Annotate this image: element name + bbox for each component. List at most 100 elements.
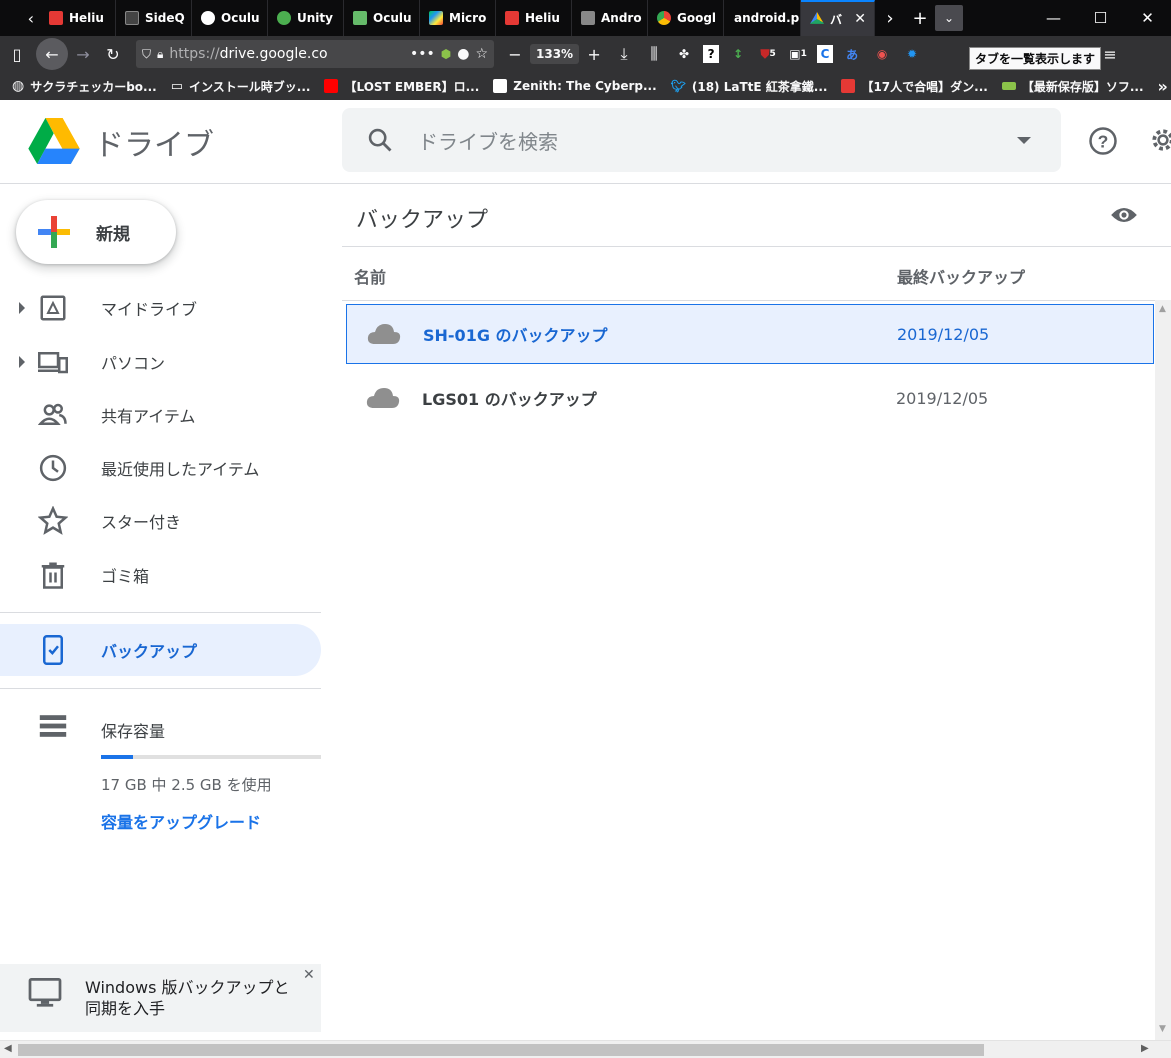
- browser-tab[interactable]: Heliu: [40, 0, 116, 36]
- translate-icon[interactable]: あ: [841, 45, 863, 63]
- globe-icon: ◍: [12, 78, 25, 94]
- tab-label: Micro: [449, 11, 487, 25]
- browser-tab[interactable]: Micro: [420, 0, 496, 36]
- bookmark-star-icon[interactable]: ☆: [475, 46, 488, 62]
- sidebar-item-backups[interactable]: バックアップ: [0, 624, 321, 676]
- scroll-up-icon[interactable]: ▲: [1159, 304, 1166, 314]
- tab-label: Andro: [601, 11, 642, 25]
- browser-tab[interactable]: Andro: [572, 0, 648, 36]
- close-window-icon[interactable]: ✕: [1124, 0, 1171, 36]
- bookmark-item[interactable]: 🐦︎ (18) LaTtE 紅茶拿鐵...: [671, 78, 828, 95]
- bookmark-item[interactable]: ◍ サクラチェッカーbo...: [12, 78, 157, 95]
- zoom-level[interactable]: 133%: [530, 44, 580, 64]
- settings-gear-icon[interactable]: [1148, 124, 1171, 156]
- sidebar-item-my-drive[interactable]: マイドライブ: [0, 282, 321, 334]
- zoom-in-button[interactable]: +: [579, 39, 609, 69]
- drive-brand-title[interactable]: ドライブ: [94, 120, 214, 164]
- bookmark-item[interactable]: 【LOST EMBER】ロ...: [324, 78, 479, 95]
- tab-label: SideQ: [145, 11, 185, 25]
- browser-tab[interactable]: Heliu: [496, 0, 572, 36]
- sidebar-item-label: パソコン: [101, 354, 166, 373]
- forward-button[interactable]: →: [68, 39, 98, 69]
- extension-icon[interactable]: ?: [703, 45, 720, 63]
- help-icon[interactable]: ?: [1088, 126, 1118, 156]
- expand-arrow-icon[interactable]: [19, 356, 25, 368]
- search-options-dropdown-icon[interactable]: [1017, 136, 1031, 144]
- browser-tab-active[interactable]: バ ✕: [801, 0, 875, 36]
- cloud-icon: [367, 324, 401, 344]
- url-text[interactable]: https://drive.google.co: [169, 46, 404, 62]
- scrollbar-thumb[interactable]: [18, 1044, 984, 1056]
- upgrade-storage-link[interactable]: 容量をアップグレード: [101, 809, 261, 833]
- sidebar-item-recent[interactable]: 最近使用したアイテム: [0, 442, 321, 494]
- sidebar-item-computers[interactable]: パソコン: [0, 336, 321, 388]
- backup-row[interactable]: LGS01 のバックアップ 2019/12/05: [346, 368, 1154, 428]
- folder-icon: ▭: [170, 78, 184, 94]
- column-header-name[interactable]: 名前: [354, 264, 386, 288]
- lock-icon[interactable]: 🔒︎: [157, 47, 163, 62]
- tab-favicon-icon: [657, 11, 671, 25]
- bookmark-favicon-icon: [493, 79, 508, 93]
- browser-tab[interactable]: Unity: [268, 0, 344, 36]
- library-icon[interactable]: ⫼: [639, 39, 669, 69]
- eye-icon[interactable]: [1110, 204, 1138, 226]
- drive-logo-icon[interactable]: [28, 118, 80, 164]
- nodejs-extension-icon[interactable]: ⬢: [441, 47, 451, 61]
- storage-label[interactable]: 保存容量: [101, 718, 165, 742]
- bookmark-label: 【17人で合唱】ダン...: [861, 79, 988, 94]
- extension-icon[interactable]: ↕: [727, 45, 749, 63]
- search-icon[interactable]: [366, 126, 394, 154]
- downloads-icon[interactable]: ⤓: [609, 39, 639, 69]
- new-button[interactable]: 新規: [16, 200, 176, 264]
- bookmark-item[interactable]: 【最新保存版】ソフ...: [1001, 78, 1144, 95]
- scroll-down-icon[interactable]: ▼: [1159, 1024, 1166, 1034]
- browser-tab[interactable]: android.p: [724, 0, 801, 36]
- extension-icon[interactable]: ✹: [901, 45, 923, 63]
- sidebar-item-trash[interactable]: ゴミ箱: [0, 549, 321, 601]
- column-header-last-backup[interactable]: 最終バックアップ: [897, 264, 1025, 288]
- sidebar-item-starred[interactable]: スター付き: [0, 495, 321, 547]
- tab-scroll-right-icon[interactable]: ›: [875, 0, 905, 36]
- bookmarks-overflow-icon[interactable]: »: [1158, 77, 1168, 96]
- back-button[interactable]: ←: [36, 38, 68, 70]
- zoom-out-button[interactable]: −: [500, 39, 530, 69]
- sidebar-toggle-icon[interactable]: ▯: [2, 39, 32, 69]
- browser-tab[interactable]: SideQ: [116, 0, 192, 36]
- list-all-tabs-button[interactable]: ⌄: [935, 5, 963, 31]
- minimize-window-icon[interactable]: —: [1030, 0, 1077, 36]
- tab-scroll-left-icon[interactable]: ‹: [0, 0, 40, 36]
- tracking-shield-icon[interactable]: ⛉: [142, 47, 151, 62]
- extension-icon[interactable]: ▣ 1: [787, 45, 809, 63]
- page-actions-icon[interactable]: •••: [410, 46, 435, 62]
- extension-icon[interactable]: C: [817, 45, 834, 63]
- close-tab-icon[interactable]: ✕: [854, 11, 866, 27]
- backup-row-selected[interactable]: SH-01G のバックアップ 2019/12/05: [346, 304, 1154, 364]
- browser-tab[interactable]: Oculu: [192, 0, 268, 36]
- pocket-icon[interactable]: ●: [457, 46, 469, 62]
- horizontal-scrollbar[interactable]: ◀ ▶: [0, 1040, 1171, 1058]
- browser-tab[interactable]: Oculu: [344, 0, 420, 36]
- ublock-icon[interactable]: ⛊ 5: [757, 45, 779, 63]
- tab-label: Googl: [677, 11, 717, 25]
- tab-favicon-icon: [49, 11, 63, 25]
- bookmark-item[interactable]: ▭ インストール時ブッ...: [171, 78, 311, 95]
- dismiss-promo-icon[interactable]: ✕: [303, 967, 315, 983]
- url-bar[interactable]: ⛉ 🔒︎ https://drive.google.co ••• ⬢ ● ☆: [136, 40, 494, 68]
- scroll-right-icon[interactable]: ▶: [1141, 1043, 1149, 1054]
- extensions-icon[interactable]: ✤: [673, 45, 695, 63]
- reload-button[interactable]: ↻: [98, 39, 128, 69]
- sidebar-item-shared[interactable]: 共有アイテム: [0, 389, 321, 441]
- vertical-scrollbar[interactable]: ▲ ▼: [1155, 300, 1171, 1040]
- maximize-window-icon[interactable]: ☐: [1077, 0, 1124, 36]
- browser-tab[interactable]: Googl: [648, 0, 724, 36]
- backup-sync-promo[interactable]: Windows 版バックアップと同期を入手 ✕: [0, 964, 321, 1032]
- screenshot-icon[interactable]: ◉: [871, 45, 893, 63]
- search-input[interactable]: ドライブを検索: [418, 126, 558, 155]
- expand-arrow-icon[interactable]: [19, 302, 25, 314]
- search-box[interactable]: ドライブを検索: [342, 108, 1061, 172]
- backup-date: 2019/12/05: [896, 388, 989, 408]
- bookmark-item[interactable]: 【17人で合唱】ダン...: [841, 78, 988, 95]
- bookmark-item[interactable]: Zenith: The Cyberp...: [493, 79, 657, 93]
- new-tab-button[interactable]: +: [905, 0, 935, 36]
- scroll-left-icon[interactable]: ◀: [4, 1043, 12, 1054]
